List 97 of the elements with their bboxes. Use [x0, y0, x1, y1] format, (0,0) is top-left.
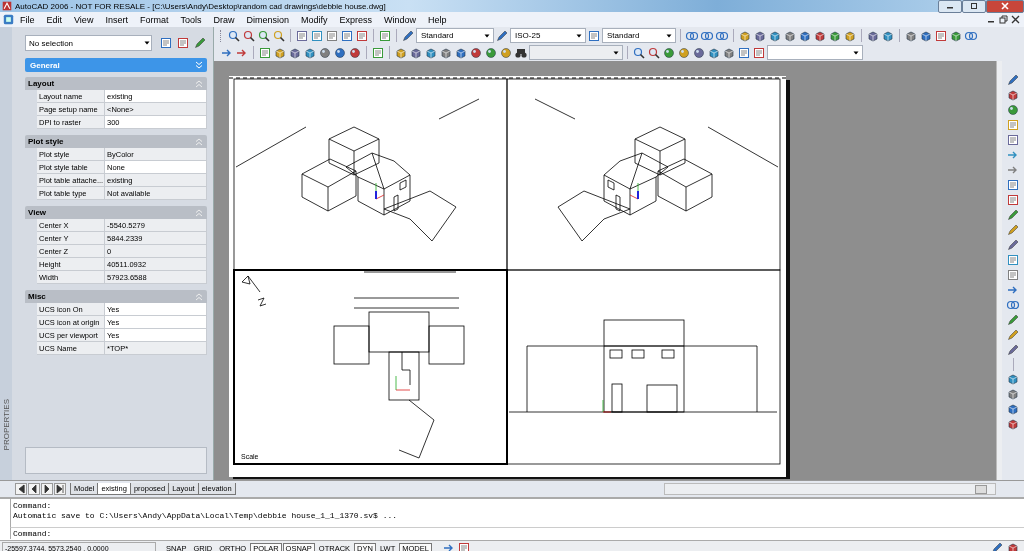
pencil-icon[interactable] [1006, 328, 1020, 342]
last-tab-icon[interactable] [54, 483, 66, 495]
sphere-icon[interactable] [1006, 103, 1020, 117]
zoom-icon[interactable] [242, 28, 256, 43]
palette-title: PROPERTIES [1, 398, 11, 450]
zoom-icon[interactable] [272, 28, 286, 43]
frame-icon[interactable] [456, 541, 471, 551]
vertical-scrollbar[interactable] [996, 61, 1002, 480]
zoom-icon[interactable] [257, 28, 271, 43]
menu-item[interactable]: View [68, 14, 100, 25]
app-icon [2, 1, 12, 11]
frame-icon[interactable] [325, 28, 339, 43]
sphere-icon[interactable] [333, 45, 347, 60]
frame-icon[interactable] [258, 45, 272, 60]
sphere-icon[interactable] [484, 45, 498, 60]
maximize-icon [970, 3, 978, 9]
cube-icon[interactable] [1006, 541, 1020, 551]
expand-icon[interactable] [195, 61, 203, 69]
pencil-icon[interactable] [1006, 313, 1020, 327]
document-icon[interactable] [3, 14, 14, 25]
cube-icon[interactable] [1006, 88, 1020, 102]
viewport-frame[interactable] [233, 78, 508, 271]
pencil-icon[interactable] [1006, 343, 1020, 357]
sphere-icon[interactable] [662, 45, 676, 60]
section-header[interactable]: Layout [25, 77, 207, 90]
caret-icon[interactable] [143, 39, 151, 47]
previous-tab-icon[interactable] [28, 483, 40, 495]
frame-icon[interactable] [310, 28, 324, 43]
cube-icon[interactable] [1006, 372, 1020, 386]
frame-icon[interactable] [159, 36, 173, 50]
menu-item[interactable]: Window [378, 14, 423, 25]
close-icon[interactable] [1011, 15, 1020, 24]
menu-item[interactable]: Express [333, 14, 378, 25]
table-style-dropdown[interactable]: Standard [602, 28, 676, 43]
sphere-icon[interactable] [692, 45, 706, 60]
frame-icon[interactable] [1006, 178, 1020, 192]
zoom-icon[interactable] [632, 45, 646, 60]
frame-icon[interactable] [1006, 133, 1020, 147]
dimension-style-dropdown[interactable]: ISO-25 [510, 28, 586, 43]
menu-item[interactable]: Edit [40, 14, 69, 25]
first-tab-icon[interactable] [15, 483, 27, 495]
maximize-button[interactable] [962, 0, 986, 13]
menu-item[interactable]: Insert [99, 14, 134, 25]
close-icon [1001, 2, 1009, 10]
command-history-line: Automatic save to C:\Users\Andy\AppData\Local\Temp\debbie house_1_1_1370.sv$ ... [13, 511, 399, 521]
zoom-icon[interactable] [647, 45, 661, 60]
rings-icon[interactable] [1006, 298, 1020, 312]
command-prompt[interactable]: Command: [10, 528, 1024, 539]
section-header[interactable]: Plot style [25, 135, 207, 148]
pencil-icon[interactable] [1006, 73, 1020, 87]
scroll-thumb[interactable] [975, 485, 987, 494]
pencil-icon[interactable] [193, 36, 207, 50]
frame-icon[interactable] [295, 28, 309, 43]
cube-icon[interactable] [1006, 402, 1020, 416]
menu-item[interactable]: Dimension [240, 14, 295, 25]
cube-icon[interactable] [1006, 387, 1020, 401]
selection-dropdown[interactable]: No selection [25, 35, 152, 51]
sphere-icon[interactable] [469, 45, 483, 60]
section-header[interactable]: View [25, 206, 207, 219]
frame-icon[interactable] [1006, 268, 1020, 282]
viewport-frame[interactable] [233, 269, 508, 465]
frame-icon[interactable] [1006, 193, 1020, 207]
command-history-line: Command: [13, 501, 53, 511]
menu-item[interactable]: File [14, 14, 41, 25]
viewport-frame[interactable] [506, 269, 781, 465]
window-title: AutoCAD 2006 - NOT FOR RESALE - [C:\Users\Andy\Desktop\random cad drawings\debbie house.dwg] [15, 1, 387, 11]
sphere-icon[interactable] [318, 45, 332, 60]
frame-icon[interactable] [1006, 253, 1020, 267]
text-style-dropdown[interactable]: Standard [416, 28, 494, 43]
close-button[interactable] [986, 0, 1024, 13]
frame-icon[interactable] [378, 28, 392, 43]
next-tab-icon[interactable] [41, 483, 53, 495]
frame-icon[interactable] [934, 28, 948, 43]
frame-icon[interactable] [176, 36, 190, 50]
restore-icon[interactable] [999, 15, 1008, 24]
sphere-icon[interactable] [677, 45, 691, 60]
horizontal-scrollbar[interactable] [664, 483, 996, 495]
frame-icon[interactable] [1006, 118, 1020, 132]
menu-item[interactable]: Help [422, 14, 453, 25]
section-header[interactable]: Misc [25, 290, 207, 303]
menu-item[interactable]: Format [133, 14, 175, 25]
menu-item[interactable]: Tools [174, 14, 208, 25]
frame-icon[interactable] [371, 45, 385, 60]
pencil-icon[interactable] [1006, 208, 1020, 222]
frame-icon[interactable] [752, 45, 766, 60]
frame-icon[interactable] [737, 45, 751, 60]
zoom-icon[interactable] [227, 28, 241, 43]
frame-icon[interactable] [587, 28, 601, 43]
viewport-frame[interactable] [506, 78, 781, 271]
menu-item[interactable]: Draw [207, 14, 241, 25]
pencil-icon[interactable] [1006, 238, 1020, 252]
frame-icon[interactable] [355, 28, 369, 43]
sphere-icon[interactable] [348, 45, 362, 60]
pencil-icon[interactable] [1006, 223, 1020, 237]
menu-item[interactable]: Modify [295, 14, 334, 25]
frame-icon[interactable] [340, 28, 354, 43]
cube-icon[interactable] [1006, 417, 1020, 431]
